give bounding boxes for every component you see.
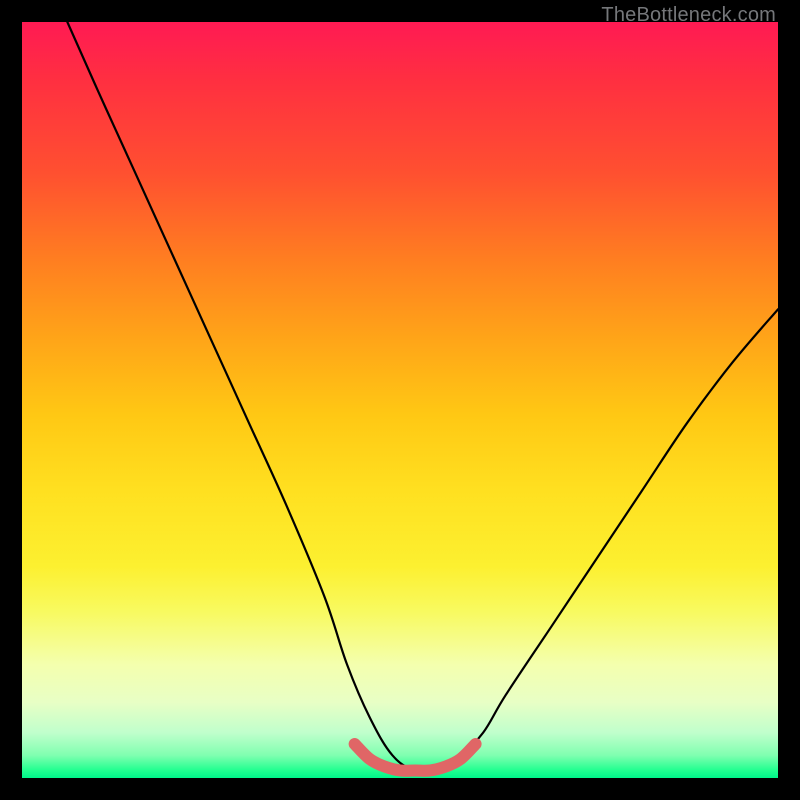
curve-layer bbox=[22, 22, 778, 778]
bottleneck-curve bbox=[67, 22, 778, 772]
chart-container: TheBottleneck.com bbox=[0, 0, 800, 800]
plot-area bbox=[22, 22, 778, 778]
valley-band bbox=[355, 744, 476, 771]
